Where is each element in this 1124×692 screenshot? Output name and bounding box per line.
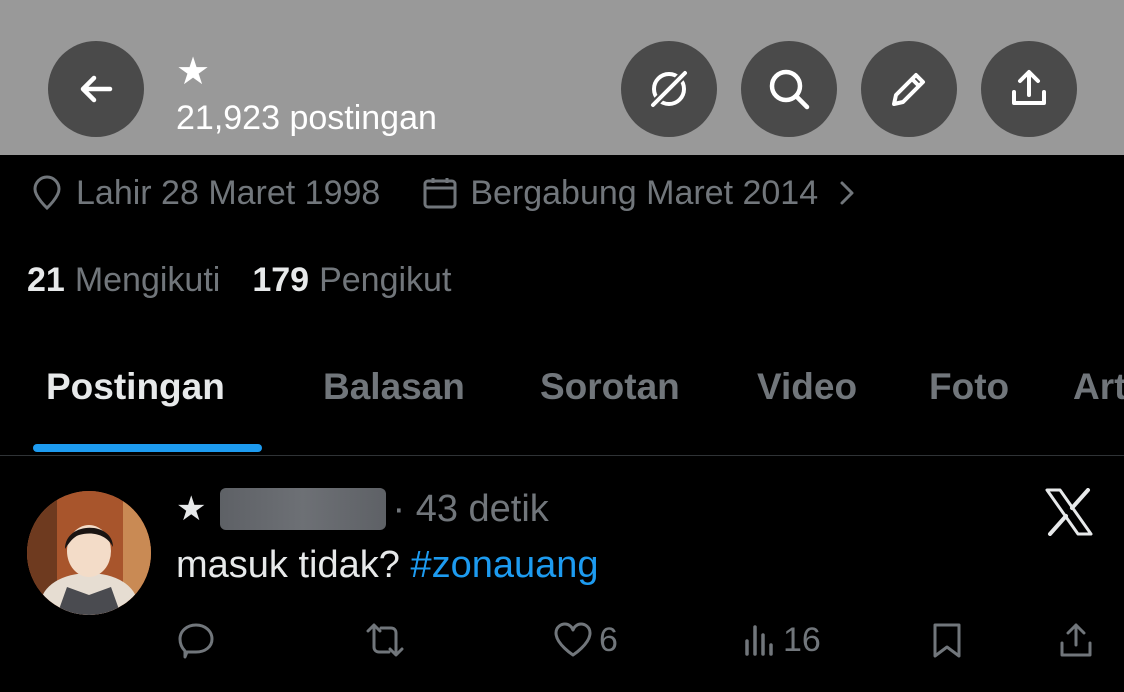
birth-date: Lahir 28 Maret 1998 [30, 174, 380, 213]
views-icon [745, 625, 773, 656]
bookmark-icon [933, 623, 961, 658]
back-button[interactable] [48, 41, 144, 137]
following-link[interactable]: 21 Mengikuti [27, 261, 220, 300]
location-icon [33, 175, 61, 211]
repost-button[interactable] [364, 617, 406, 663]
post-hashtag[interactable]: #zonauang [410, 544, 598, 586]
share-upload-icon [1012, 70, 1046, 105]
back-arrow-icon [80, 75, 113, 103]
post-time[interactable]: · 43 detik [392, 488, 548, 531]
views-button[interactable]: 16 [743, 617, 821, 663]
followers-link[interactable]: 179 Pengikut [252, 261, 451, 300]
avatar[interactable] [27, 491, 151, 615]
reply-button[interactable] [177, 617, 215, 663]
grok-button[interactable] [621, 41, 717, 137]
tab-postingan[interactable]: Postingan [46, 366, 225, 408]
like-button[interactable]: 6 [553, 617, 618, 663]
share-profile-button[interactable] [981, 41, 1077, 137]
tab-sorotan[interactable]: Sorotan [540, 366, 680, 408]
chevron-right-icon [840, 181, 854, 205]
post-count: 21,923 postingan [176, 99, 437, 137]
joined-date-text: Bergabung Maret 2014 [470, 173, 819, 212]
avatar-image [27, 491, 151, 615]
followers-label: Pengikut [319, 260, 452, 299]
tab-artikel[interactable]: Artikel [1073, 366, 1124, 408]
reply-icon [178, 623, 214, 659]
search-icon [769, 69, 810, 110]
post-author-name[interactable]: ★ [176, 489, 206, 529]
following-count: 21 [27, 260, 65, 299]
edit-button[interactable] [861, 41, 957, 137]
like-icon [554, 622, 592, 657]
post-body: masuk tidak? [176, 544, 400, 586]
search-button[interactable] [741, 41, 837, 137]
post-text: masuk tidak? #zonauang [176, 544, 599, 587]
post-header: ★ · 43 detik [176, 486, 549, 532]
grok-icon [648, 68, 690, 110]
view-count: 16 [783, 620, 821, 659]
profile-meta: Lahir 28 Maret 1998 Bergabung Maret 2014 [30, 170, 862, 216]
followers-count: 179 [252, 260, 310, 299]
joined-date[interactable]: Bergabung Maret 2014 [422, 174, 862, 213]
calendar-icon [423, 178, 457, 209]
follow-stats: 21 Mengikuti 179 Pengikut [27, 258, 451, 302]
redacted-handle [220, 488, 387, 530]
birth-date-text: Lahir 28 Maret 1998 [76, 173, 381, 212]
post-actions: 6 16 [0, 617, 1124, 663]
profile-header: ★ 21,923 postingan [0, 0, 1124, 155]
following-label: Mengikuti [74, 260, 221, 299]
profile-screen: ★ 21,923 postingan Lahir 28 Maret 1998 B… [0, 0, 1124, 692]
repost-icon [366, 623, 404, 657]
profile-tabs: Postingan Balasan Sorotan Video Foto Art… [0, 340, 1124, 456]
profile-display-name: ★ [176, 51, 211, 93]
tab-foto[interactable]: Foto [929, 366, 1009, 408]
share-icon [1060, 623, 1092, 657]
x-logo-icon [1045, 488, 1093, 536]
share-button[interactable] [1058, 617, 1094, 663]
active-tab-indicator [33, 444, 262, 452]
like-count: 6 [599, 620, 618, 659]
bookmark-button[interactable] [930, 617, 964, 663]
tab-balasan[interactable]: Balasan [323, 366, 465, 408]
edit-pencil-icon [892, 73, 925, 106]
tab-video[interactable]: Video [757, 366, 857, 408]
